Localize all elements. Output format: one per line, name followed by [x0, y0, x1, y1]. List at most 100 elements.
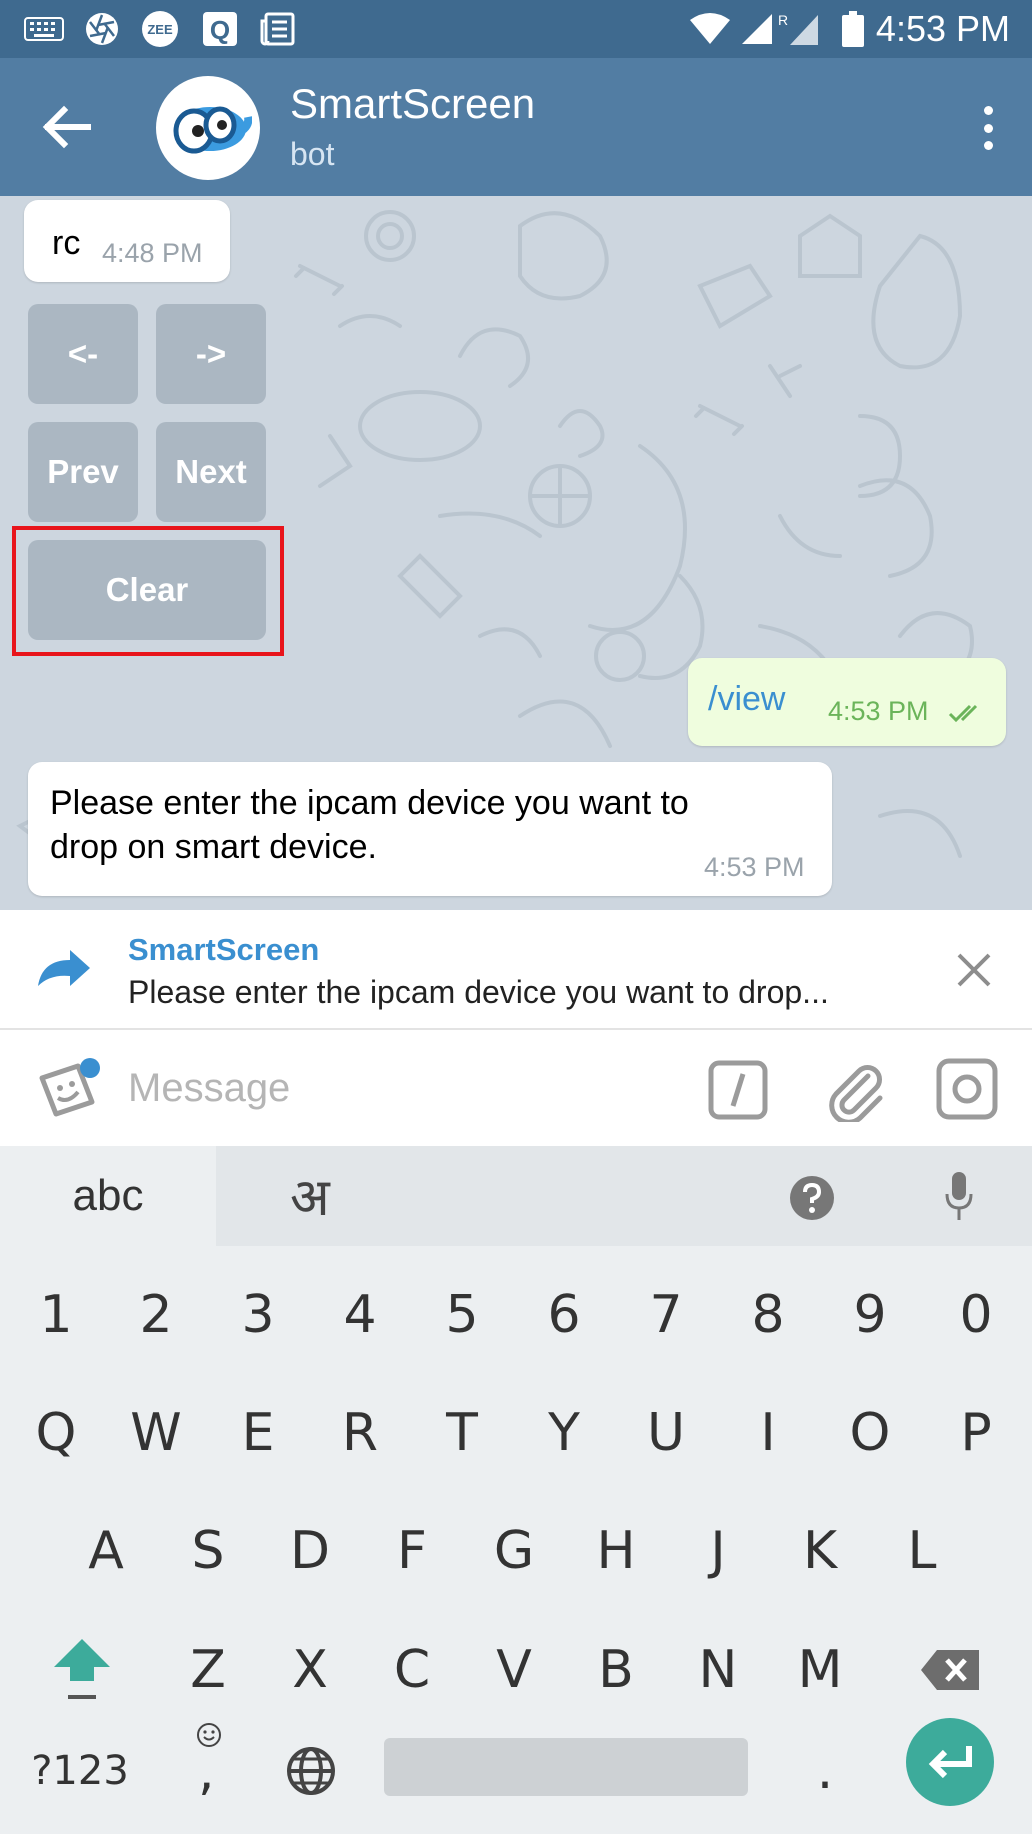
message-input-bar — [0, 1030, 1032, 1146]
message-text-line1: Please enter the ipcam device you want t… — [50, 784, 689, 822]
wifi-icon — [688, 12, 732, 46]
zee-label: ZEE — [147, 22, 173, 37]
symbols-key[interactable]: ?123 — [20, 1726, 140, 1816]
back-button[interactable] — [38, 102, 94, 152]
abc-language-tab[interactable]: abc — [0, 1146, 216, 1246]
key-l[interactable]: L — [872, 1506, 972, 1596]
key-y[interactable]: Y — [514, 1388, 614, 1478]
inline-button-next[interactable]: Next — [156, 422, 266, 522]
key-i[interactable]: I — [718, 1388, 818, 1478]
keyboard-icon — [22, 12, 66, 46]
key-o[interactable]: O — [820, 1388, 920, 1478]
key-e[interactable]: E — [208, 1388, 308, 1478]
close-icon[interactable] — [956, 952, 992, 988]
language-switch-key[interactable] — [276, 1726, 346, 1816]
shift-arrow-icon — [54, 1639, 110, 1699]
key-s[interactable]: S — [158, 1506, 258, 1596]
message-time: 4:48 PM — [102, 238, 203, 268]
battery-icon — [838, 11, 868, 47]
status-time: 4:53 PM — [875, 8, 1010, 49]
key-k[interactable]: K — [770, 1506, 870, 1596]
forward-preview-text: Please enter the ipcam device you want t… — [128, 974, 829, 1010]
key-p[interactable]: P — [926, 1388, 1026, 1478]
key-r[interactable]: R — [310, 1388, 410, 1478]
message-bubble-incoming[interactable]: rc 4:48 PM — [24, 200, 230, 282]
globe-icon — [287, 1747, 335, 1795]
key-2[interactable]: 2 — [106, 1270, 206, 1360]
hindi-language-tab[interactable]: अ — [290, 1160, 330, 1231]
camera-icon[interactable] — [936, 1058, 998, 1120]
message-input[interactable] — [128, 1058, 688, 1118]
message-text-line2: drop on smart device. — [50, 828, 377, 866]
chat-header: SmartScreen bot — [0, 58, 1032, 196]
backspace-icon — [921, 1650, 979, 1690]
enter-key[interactable] — [906, 1718, 994, 1806]
key-9[interactable]: 9 — [820, 1270, 920, 1360]
key-x[interactable]: X — [260, 1622, 360, 1718]
key-t[interactable]: T — [412, 1388, 512, 1478]
arrow-left-icon — [42, 105, 91, 149]
roaming-signal-icon: R — [776, 12, 822, 46]
roaming-label: R — [778, 12, 788, 28]
chat-area[interactable]: rc 4:48 PM <- -> Prev Next Clear /view 4… — [0, 196, 1032, 910]
inline-button-right[interactable]: -> — [156, 304, 266, 404]
comma-emoji-key[interactable]: , — [170, 1716, 246, 1816]
key-5[interactable]: 5 — [412, 1270, 512, 1360]
slash-command-icon[interactable] — [708, 1060, 768, 1120]
news-icon — [258, 12, 298, 46]
message-bubble-incoming[interactable]: Please enter the ipcam device you want t… — [28, 762, 832, 896]
key-8[interactable]: 8 — [718, 1270, 818, 1360]
zee-app-icon: ZEE — [140, 11, 180, 47]
message-time: 4:53 PM — [704, 852, 805, 882]
comma-label: , — [198, 1742, 215, 1802]
inline-button-left[interactable]: <- — [28, 304, 138, 404]
key-b[interactable]: B — [566, 1622, 666, 1718]
q-app-icon: Q — [200, 12, 240, 46]
key-m[interactable]: M — [770, 1622, 870, 1718]
key-d[interactable]: D — [260, 1506, 360, 1596]
microphone-icon[interactable] — [944, 1170, 974, 1224]
message-bubble-outgoing[interactable]: /view 4:53 PM — [688, 658, 1006, 746]
soft-keyboard: abc अ 1 2 3 4 5 6 7 8 9 0 Q W E R T Y U … — [0, 1146, 1032, 1834]
key-v[interactable]: V — [464, 1622, 564, 1718]
forward-sender-name: SmartScreen — [128, 932, 320, 967]
message-time: 4:53 PM — [828, 696, 929, 726]
key-3[interactable]: 3 — [208, 1270, 308, 1360]
key-z[interactable]: Z — [158, 1622, 258, 1718]
shift-key[interactable] — [30, 1622, 134, 1718]
status-bar: ZEE Q R 4:53 PM — [0, 0, 1032, 58]
more-options-button[interactable] — [968, 106, 1008, 150]
key-h[interactable]: H — [566, 1506, 666, 1596]
highlight-box — [12, 526, 284, 656]
key-7[interactable]: 7 — [616, 1270, 716, 1360]
key-w[interactable]: W — [106, 1388, 206, 1478]
key-j[interactable]: J — [668, 1506, 768, 1596]
key-q[interactable]: Q — [6, 1388, 106, 1478]
key-f[interactable]: F — [362, 1506, 462, 1596]
sticker-icon[interactable] — [34, 1056, 104, 1126]
key-c[interactable]: C — [362, 1622, 462, 1718]
signal-icon — [736, 12, 776, 46]
key-0[interactable]: 0 — [926, 1270, 1026, 1360]
bot-logo-icon — [173, 106, 252, 154]
key-n[interactable]: N — [668, 1622, 768, 1718]
paperclip-icon[interactable] — [826, 1058, 886, 1122]
key-1[interactable]: 1 — [6, 1270, 106, 1360]
chat-title: SmartScreen — [290, 80, 536, 127]
enter-arrow-icon — [928, 1746, 972, 1779]
period-key[interactable]: . — [790, 1726, 860, 1816]
message-command-link[interactable]: /view — [708, 680, 785, 719]
bot-avatar[interactable] — [156, 76, 260, 180]
help-icon[interactable] — [788, 1174, 836, 1222]
key-4[interactable]: 4 — [310, 1270, 410, 1360]
key-a[interactable]: A — [56, 1506, 156, 1596]
key-u[interactable]: U — [616, 1388, 716, 1478]
backspace-key[interactable] — [900, 1622, 1000, 1718]
key-6[interactable]: 6 — [514, 1270, 614, 1360]
double-check-icon — [948, 704, 978, 723]
space-key[interactable] — [384, 1738, 748, 1796]
forward-preview-bar: SmartScreen Please enter the ipcam devic… — [0, 910, 1032, 1030]
q-label: Q — [210, 15, 230, 45]
inline-button-prev[interactable]: Prev — [28, 422, 138, 522]
key-g[interactable]: G — [464, 1506, 564, 1596]
